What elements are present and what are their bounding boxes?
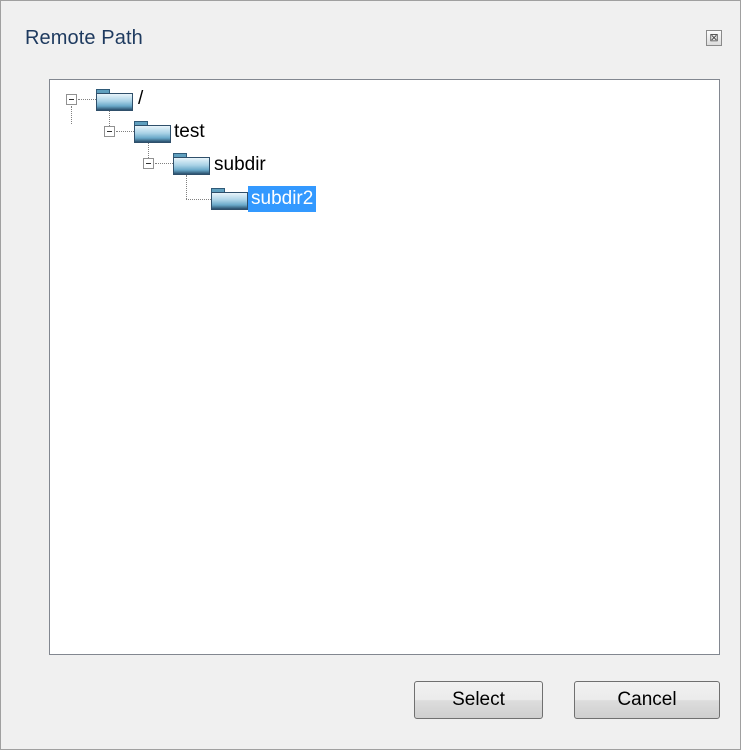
folder-icon xyxy=(173,153,210,175)
select-button[interactable]: Select xyxy=(414,681,543,719)
tree-connector xyxy=(116,131,134,132)
tree-node-root[interactable]: / xyxy=(135,86,146,112)
collapse-toggle-subdir[interactable] xyxy=(143,158,154,169)
collapse-toggle-root[interactable] xyxy=(66,94,77,105)
folder-icon xyxy=(134,121,171,143)
tree-connector xyxy=(186,175,187,199)
tree-connector xyxy=(186,199,211,200)
folder-tree[interactable]: / test subdir subdir2 xyxy=(49,79,720,655)
tree-node-subdir[interactable]: subdir xyxy=(211,152,269,178)
remote-path-dialog: Remote Path ⊠ / test subdir subdir2 Sele… xyxy=(0,0,741,750)
folder-icon xyxy=(211,188,248,210)
collapse-toggle-test[interactable] xyxy=(104,126,115,137)
tree-connector xyxy=(109,111,110,126)
close-icon[interactable]: ⊠ xyxy=(706,30,722,46)
tree-node-subdir2[interactable]: subdir2 xyxy=(248,186,317,212)
tree-connector xyxy=(155,163,173,164)
dialog-title: Remote Path xyxy=(25,27,143,49)
title-bar: Remote Path ⊠ xyxy=(1,1,740,79)
tree-connector xyxy=(71,106,72,124)
tree-connector xyxy=(78,99,96,100)
folder-icon xyxy=(96,89,133,111)
cancel-button[interactable]: Cancel xyxy=(574,681,720,719)
tree-node-test[interactable]: test xyxy=(171,119,208,145)
tree-connector xyxy=(148,143,149,158)
